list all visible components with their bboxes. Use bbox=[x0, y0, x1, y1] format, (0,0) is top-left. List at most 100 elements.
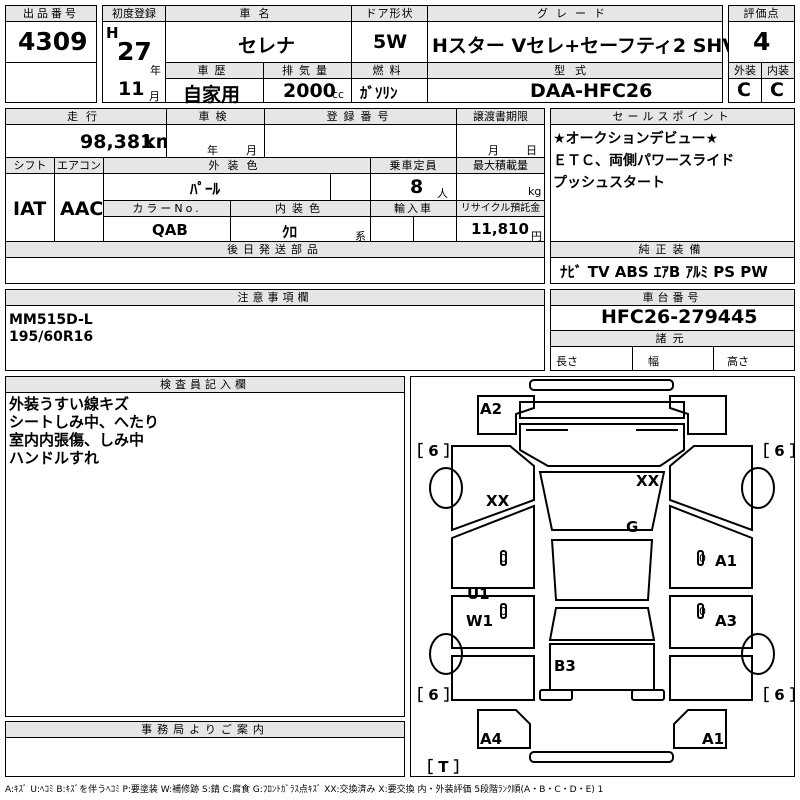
wheel-front-left bbox=[429, 467, 463, 509]
wheel-rear-left bbox=[429, 633, 463, 675]
recycle-header: リサイクル預託金 bbox=[456, 200, 545, 217]
history-header: 車歴 bbox=[165, 62, 264, 79]
int-color-cell bbox=[230, 216, 371, 242]
lot-no-blank bbox=[5, 62, 97, 103]
inspector-note-3: 室内内張傷、しみ中 bbox=[9, 431, 145, 449]
mileage-header: 走行 bbox=[5, 108, 167, 125]
ext-color-header: 外装色 bbox=[103, 157, 371, 174]
kg-unit: kg bbox=[528, 185, 542, 198]
inspection-header: 車検 bbox=[166, 108, 265, 125]
ext-color: ﾊﾟｰﾙ bbox=[190, 180, 221, 198]
right-fender bbox=[669, 445, 753, 532]
cc-unit: cc bbox=[332, 88, 345, 101]
fuel-header: 燃料 bbox=[351, 62, 428, 79]
right-quarter bbox=[669, 655, 753, 701]
sales-point-3: プッシュスタート bbox=[553, 175, 665, 191]
zero-mark-1: 0 bbox=[500, 552, 507, 565]
wheel-front-right bbox=[741, 467, 775, 509]
import-cell-b bbox=[413, 216, 457, 242]
mark-hood-right: XX bbox=[636, 472, 660, 490]
color-no-header: カラーNo. bbox=[103, 200, 231, 217]
office-cell bbox=[5, 737, 405, 777]
capacity: 8 bbox=[410, 176, 424, 198]
inspector-note-4: ハンドルすれ bbox=[9, 449, 100, 467]
aircon: AAC bbox=[60, 198, 104, 220]
ext-color-extra bbox=[330, 173, 371, 201]
reg-no-cell bbox=[264, 124, 457, 158]
wheel-rear-right bbox=[741, 633, 775, 675]
zero-mark-2: 0 bbox=[699, 552, 706, 565]
mark-rear-door-left-2: W1 bbox=[466, 612, 493, 630]
mark-rear-right: A1 bbox=[702, 730, 725, 748]
office-header: 事務局よりご案内 bbox=[5, 721, 405, 738]
zero-mark-3: 0 bbox=[500, 605, 507, 618]
specs-header: 諸元 bbox=[550, 330, 795, 347]
rear-lamp-right bbox=[631, 689, 665, 701]
door-header: ドア形状 bbox=[351, 5, 428, 22]
tire-front-left: ［ 6 ］ bbox=[408, 442, 459, 460]
score-header: 評価点 bbox=[728, 5, 795, 22]
capacity-header: 乗車定員 bbox=[370, 157, 457, 174]
displacement-header: 排気量 bbox=[263, 62, 352, 79]
shift-header: シフト bbox=[5, 157, 55, 174]
car-name: セレナ bbox=[238, 35, 296, 57]
exterior-header: 外装 bbox=[728, 62, 762, 79]
sales-point-header: セールスポイント bbox=[550, 108, 795, 125]
chassis: HFC26-279445 bbox=[601, 306, 758, 328]
rear-lamp-left bbox=[539, 689, 573, 701]
rear-window bbox=[548, 607, 656, 641]
mark-windshield: G bbox=[626, 518, 639, 536]
first-reg-header: 初度登録 bbox=[102, 5, 166, 22]
door: 5W bbox=[373, 31, 408, 53]
color-no: QAB bbox=[152, 221, 188, 239]
spec-height-label: 高さ bbox=[727, 355, 749, 368]
tire-rear-left: ［ 6 ］ bbox=[408, 686, 459, 704]
tire-front-right: ［ 6 ］ bbox=[754, 442, 800, 460]
car-diagram bbox=[429, 379, 775, 763]
left-fender bbox=[451, 445, 535, 532]
model: DAA-HFC26 bbox=[530, 80, 653, 102]
reg-month: 11 bbox=[118, 78, 145, 100]
insp-year-unit: 年 bbox=[207, 144, 218, 157]
transfer-header: 譲渡書期限 bbox=[456, 108, 545, 125]
interior-header: 内装 bbox=[761, 62, 795, 79]
transfer-month-unit: 月 bbox=[488, 144, 499, 157]
zero-mark-4: 0 bbox=[699, 605, 706, 618]
shift: IAT bbox=[13, 198, 47, 220]
spec-width-label: 幅 bbox=[648, 355, 659, 368]
mark-rear-door-left-1: U1 bbox=[467, 585, 490, 603]
mark-fender-left: XX bbox=[486, 492, 510, 510]
caution-line-2: 195/60R16 bbox=[9, 329, 94, 345]
right-rear-door bbox=[669, 595, 753, 649]
front-grille bbox=[519, 401, 685, 419]
reg-year: 27 bbox=[117, 37, 152, 66]
recycle: 11,810 bbox=[471, 220, 529, 238]
score: 4 bbox=[753, 27, 771, 56]
sales-point-1: ★オークションデビュー★ bbox=[553, 131, 719, 147]
history: 自家用 bbox=[183, 84, 241, 106]
inspector-note-1: 外装うすい線キズ bbox=[9, 395, 130, 413]
mark-rear-left: A4 bbox=[480, 730, 503, 748]
genuine: ﾅﾋﾞ TV ABS ｴｱB ｱﾙﾐ PS PW bbox=[560, 263, 768, 281]
reg-no-header: 登録番号 bbox=[264, 108, 457, 125]
front-bumper bbox=[529, 379, 674, 391]
roof bbox=[550, 539, 654, 601]
inspector-note-2: シートしみ中、へたり bbox=[9, 413, 160, 431]
month-unit: 月 bbox=[149, 90, 160, 103]
spare-tire: ［ T ］ bbox=[418, 758, 469, 776]
inspector-header: 検査員記入欄 bbox=[5, 376, 405, 393]
import-cell-a bbox=[370, 216, 414, 242]
caution-line-1: MM515D-L bbox=[9, 312, 93, 328]
int-color: ｸﾛ bbox=[282, 223, 298, 241]
lot-no: 4309 bbox=[18, 27, 88, 56]
tire-rear-right: ［ 6 ］ bbox=[754, 686, 800, 704]
int-color-header: 内装色 bbox=[230, 200, 371, 217]
chassis-header: 車台番号 bbox=[550, 289, 795, 306]
mark-front-door-right: A1 bbox=[715, 552, 738, 570]
legend: A:ｷｽﾞ U:ﾍｺﾐ B:ｷｽﾞを伴うﾍｺﾐ P:要塗装 W:補修跡 S:錆 … bbox=[5, 785, 604, 795]
import-header: 輸入車 bbox=[370, 200, 457, 217]
persons-unit: 人 bbox=[437, 187, 448, 200]
spec-width-cell bbox=[632, 346, 714, 371]
transfer-day-unit: 日 bbox=[526, 144, 537, 157]
left-quarter bbox=[451, 655, 535, 701]
